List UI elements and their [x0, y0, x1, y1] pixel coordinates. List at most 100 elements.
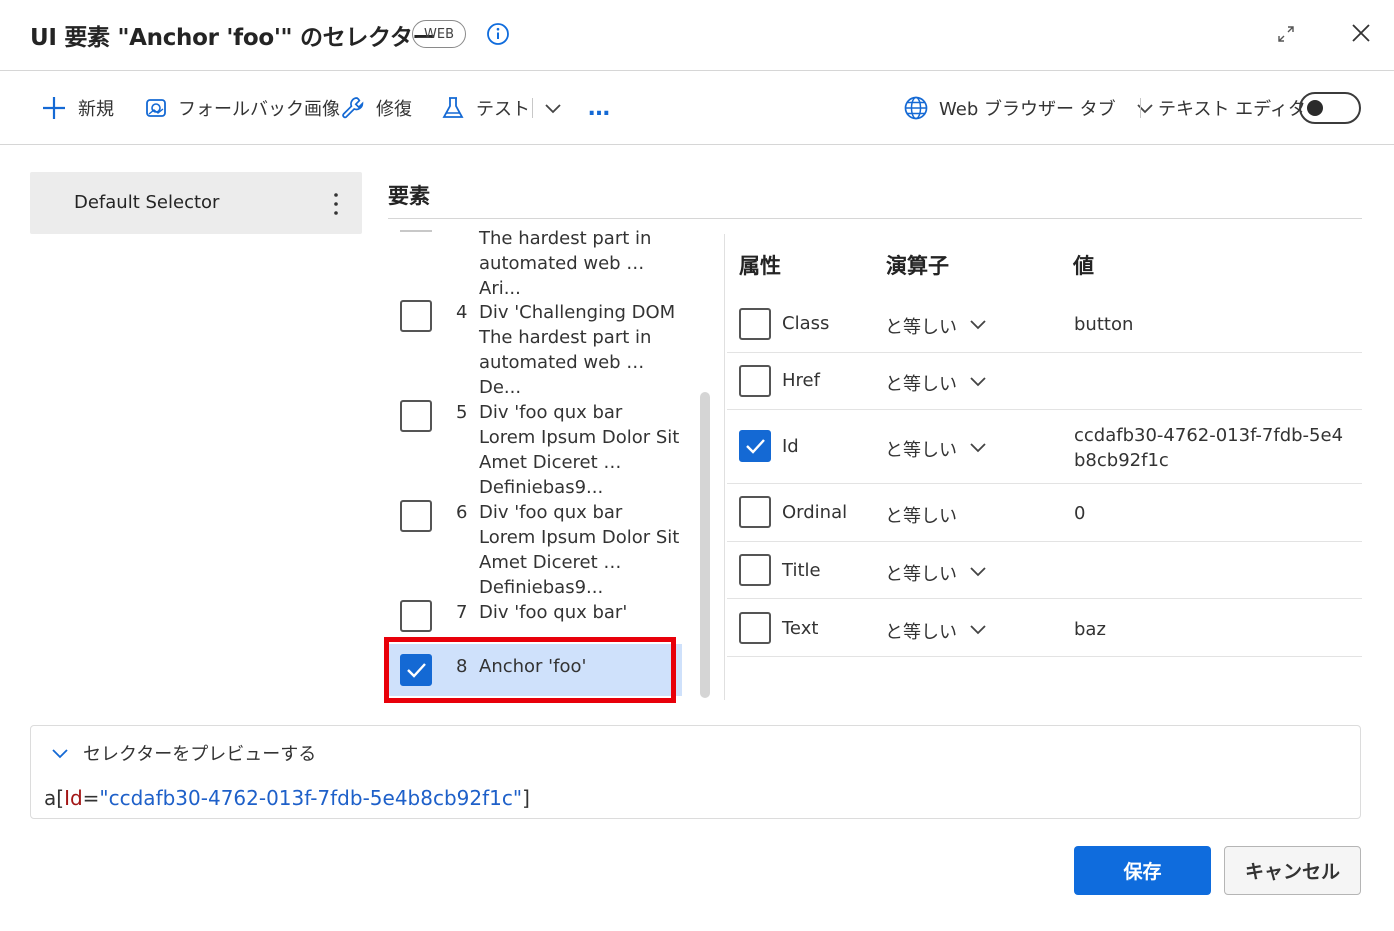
attribute-row-id[interactable]: Id と等しい ccdafb30-4762-013f-7fdb-5e4b8cb9…	[727, 410, 1362, 484]
preview-code: a[Id="ccdafb30-4762-013f-7fdb-5e4b8cb92f…	[44, 786, 530, 810]
elements-title: 要素	[388, 184, 430, 208]
test-label: テスト	[476, 99, 530, 120]
attribute-checkbox[interactable]	[739, 554, 771, 586]
test-dropdown-button[interactable]	[542, 88, 564, 128]
toggle-knob	[1307, 100, 1323, 116]
repair-button[interactable]: 修復	[340, 88, 412, 128]
chevron-down-icon[interactable]	[967, 313, 989, 335]
attribute-operator: と等しい	[885, 506, 957, 527]
element-checkbox[interactable]	[400, 600, 432, 632]
attribute-value: 0	[1074, 503, 1086, 524]
attribute-operator[interactable]: と等しい	[885, 436, 957, 462]
attribute-name: Title	[782, 560, 821, 581]
element-item[interactable]: 6 Div 'foo qux bar Lorem Ipsum Dolor Sit…	[386, 500, 682, 598]
element-item[interactable]: 5 Div 'foo qux bar Lorem Ipsum Dolor Sit…	[386, 400, 682, 498]
attribute-operator[interactable]: と等しい	[885, 313, 957, 339]
chevron-down-icon[interactable]	[967, 436, 989, 458]
code-value: "ccdafb30-4762-013f-7fdb-5e4b8cb92f1c"	[99, 786, 523, 810]
element-text: Div 'foo qux bar Lorem Ipsum Dolor Sit A…	[479, 402, 680, 498]
toolbar-separator	[532, 98, 533, 118]
element-checkbox[interactable]	[400, 300, 432, 332]
plus-icon	[43, 97, 65, 119]
cancel-button[interactable]: キャンセル	[1224, 846, 1361, 895]
selector-preview: セレクターをプレビューする a[Id="ccdafb30-4762-013f-7…	[30, 725, 1361, 819]
fallback-image-label: フォールバック画像	[178, 99, 340, 120]
attribute-operator[interactable]: と等しい	[885, 370, 957, 396]
info-icon[interactable]	[486, 22, 510, 46]
toolbar-divider	[0, 144, 1394, 145]
globe-icon	[904, 96, 928, 120]
code-prefix: a[	[44, 786, 65, 810]
element-checkbox[interactable]	[400, 400, 432, 432]
selector-item-default[interactable]: Default Selector	[30, 172, 362, 234]
attribute-name: Ordinal	[782, 502, 848, 523]
more-button[interactable]: …	[588, 88, 610, 128]
selector-label: Default Selector	[74, 192, 220, 213]
code-eq: =	[82, 786, 100, 810]
element-text: The hardest part in automated web … Ari.…	[479, 228, 652, 299]
check-icon	[746, 439, 765, 454]
preview-toggle[interactable]: セレクターをプレビューする	[49, 740, 316, 766]
fallback-image-button[interactable]: フォールバック画像	[144, 88, 340, 128]
attribute-name: Text	[782, 618, 819, 639]
chevron-down-icon[interactable]	[967, 370, 989, 392]
panel-divider	[724, 234, 725, 700]
toolbar-separator	[1140, 98, 1141, 118]
element-number: 5	[456, 402, 468, 423]
highlight-frame	[384, 637, 676, 703]
attribute-operator[interactable]: と等しい	[885, 560, 957, 586]
element-number: 6	[456, 502, 468, 523]
attribute-value: ccdafb30-4762-013f-7fdb-5e4b8cb92f1c	[1074, 425, 1344, 471]
chevron-down-icon	[1137, 104, 1153, 114]
attribute-row-title[interactable]: Title と等しい	[727, 542, 1362, 599]
chevron-down-icon	[52, 749, 68, 759]
code-attr: Id	[64, 786, 83, 810]
element-number: 4	[456, 302, 468, 323]
flask-icon	[442, 97, 464, 118]
attribute-name: Href	[782, 370, 820, 391]
element-text: Div 'foo qux bar Lorem Ipsum Dolor Sit A…	[479, 502, 680, 598]
element-checkbox[interactable]	[400, 500, 432, 532]
image-icon	[146, 99, 166, 117]
browser-tab-dropdown[interactable]: Web ブラウザー タブ	[903, 88, 1156, 128]
elements-divider	[388, 218, 1362, 219]
element-tree: The hardest part in automated web … Ari.…	[386, 222, 682, 706]
attribute-row-ordinal[interactable]: Ordinal と等しい 0	[727, 484, 1362, 542]
new-label: 新規	[78, 99, 114, 120]
close-icon[interactable]	[1350, 22, 1372, 44]
code-suffix: ]	[522, 786, 530, 810]
operator-header: 演算子	[886, 254, 949, 278]
attribute-row-text[interactable]: Text と等しい baz	[727, 599, 1362, 657]
value-header: 値	[1073, 254, 1094, 278]
browser-tab-label: Web ブラウザー タブ	[939, 99, 1116, 120]
attribute-checkbox-checked[interactable]	[739, 430, 771, 462]
attribute-name: Class	[782, 313, 830, 334]
test-button[interactable]: テスト	[440, 88, 530, 128]
attribute-header: 属性	[739, 254, 781, 278]
attribute-checkbox[interactable]	[739, 496, 771, 528]
element-list-scrollbar[interactable]	[700, 392, 710, 698]
attribute-checkbox[interactable]	[739, 365, 771, 397]
element-item[interactable]: 4 Div 'Challenging DOM The hardest part …	[386, 300, 682, 398]
attribute-operator[interactable]: と等しい	[885, 618, 957, 644]
element-item[interactable]: The hardest part in automated web … Ari.…	[386, 226, 682, 299]
chevron-down-icon[interactable]	[967, 618, 989, 640]
new-button[interactable]: 新規	[40, 88, 114, 128]
text-editor-toggle[interactable]	[1299, 92, 1361, 124]
chevron-down-icon[interactable]	[967, 560, 989, 582]
attribute-row-class[interactable]: Class と等しい button	[727, 296, 1362, 353]
save-button[interactable]: 保存	[1074, 846, 1211, 895]
repair-label: 修復	[376, 99, 412, 120]
attribute-value: baz	[1074, 619, 1106, 640]
more-vertical-icon[interactable]	[328, 190, 344, 218]
preview-toggle-label: セレクターをプレビューする	[83, 744, 317, 765]
attribute-checkbox[interactable]	[739, 308, 771, 340]
element-item[interactable]: 7 Div 'foo qux bar'	[386, 600, 682, 636]
attribute-value: button	[1074, 314, 1134, 335]
attribute-row-href[interactable]: Href と等しい	[727, 353, 1362, 410]
element-text: Div 'Challenging DOM The hardest part in…	[479, 302, 676, 398]
attribute-checkbox[interactable]	[739, 612, 771, 644]
attribute-name: Id	[782, 436, 799, 457]
chevron-down-icon	[545, 104, 561, 114]
expand-icon[interactable]	[1276, 24, 1296, 44]
